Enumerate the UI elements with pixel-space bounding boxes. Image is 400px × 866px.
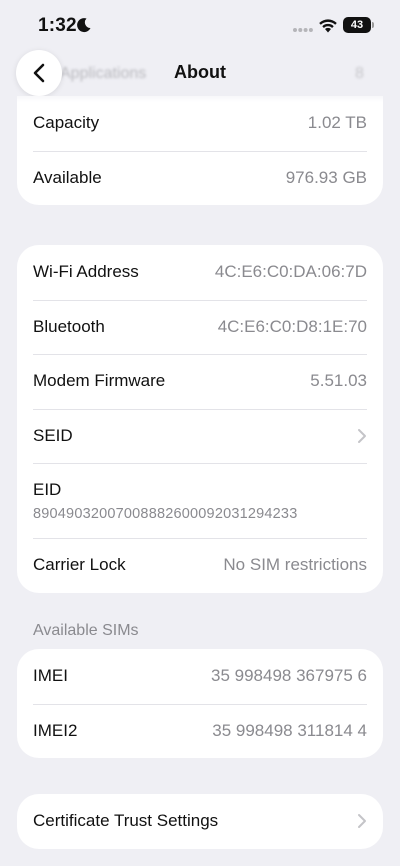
available-sims-header: Available SIMs <box>33 622 139 639</box>
capacity-value: 1.02 TB <box>307 113 367 133</box>
modem-firmware-label: Modem Firmware <box>33 371 166 391</box>
battery-level: 43 <box>343 17 371 33</box>
seid-row[interactable]: SEID <box>17 408 383 464</box>
imei-value: 35 998498 367975 6 <box>211 666 367 686</box>
sims-card: IMEI 35 998498 367975 6 IMEI2 35 998498 … <box>17 649 383 758</box>
capacity-label: Capacity <box>33 113 100 133</box>
network-card: Wi-Fi Address 4C:E6:C0:DA:06:7D Bluetoot… <box>17 245 383 593</box>
carrier-lock-label: Carrier Lock <box>33 555 126 575</box>
wifi-address-row: Wi-Fi Address 4C:E6:C0:DA:06:7D <box>17 245 383 300</box>
eid-row: EID 89049032007008882600092031294233 <box>17 463 383 538</box>
imei2-label: IMEI2 <box>33 720 78 740</box>
certificate-card: Certificate Trust Settings <box>17 794 383 849</box>
available-value: 976.93 GB <box>285 167 367 187</box>
bluetooth-label: Bluetooth <box>33 316 105 336</box>
carrier-lock-value: No SIM restrictions <box>223 555 367 575</box>
imei2-row: IMEI2 35 998498 311814 4 <box>17 703 383 759</box>
imei-row: IMEI 35 998498 367975 6 <box>17 649 383 704</box>
available-label: Available <box>33 167 102 187</box>
imei-label: IMEI <box>33 666 68 686</box>
eid-label: EID <box>33 479 62 499</box>
modem-firmware-value: 5.51.03 <box>310 371 367 391</box>
back-button[interactable] <box>16 50 62 96</box>
available-row: Available 976.93 GB <box>17 150 383 206</box>
chevron-right-icon <box>358 814 366 829</box>
signal-dots-icon <box>293 28 313 32</box>
eid-value: 89049032007008882600092031294233 <box>33 505 298 522</box>
certificate-trust-settings-label: Certificate Trust Settings <box>33 811 219 831</box>
wifi-icon <box>319 19 337 33</box>
navigation-bar: Applications 8 About <box>0 50 400 96</box>
chevron-left-icon <box>33 63 45 83</box>
certificate-trust-settings-row[interactable]: Certificate Trust Settings <box>17 794 383 849</box>
wifi-address-value: 4C:E6:C0:DA:06:7D <box>214 262 367 282</box>
storage-card: Capacity 1.02 TB Available 976.93 GB <box>17 96 383 205</box>
battery-icon: 43 <box>343 17 375 33</box>
capacity-row: Capacity 1.02 TB <box>17 96 383 151</box>
status-bar: 1:32 43 <box>0 0 400 50</box>
bluetooth-row: Bluetooth 4C:E6:C0:D8:1E:70 <box>17 299 383 355</box>
carrier-lock-row: Carrier Lock No SIM restrictions <box>17 538 383 593</box>
seid-label: SEID <box>33 425 73 445</box>
chevron-right-icon <box>358 428 366 443</box>
imei2-value: 35 998498 311814 4 <box>212 720 367 740</box>
status-time: 1:32 <box>38 15 77 36</box>
modem-firmware-row: Modem Firmware 5.51.03 <box>17 354 383 409</box>
wifi-address-label: Wi-Fi Address <box>33 262 139 282</box>
bluetooth-value: 4C:E6:C0:D8:1E:70 <box>217 316 367 336</box>
moon-icon <box>77 18 91 33</box>
